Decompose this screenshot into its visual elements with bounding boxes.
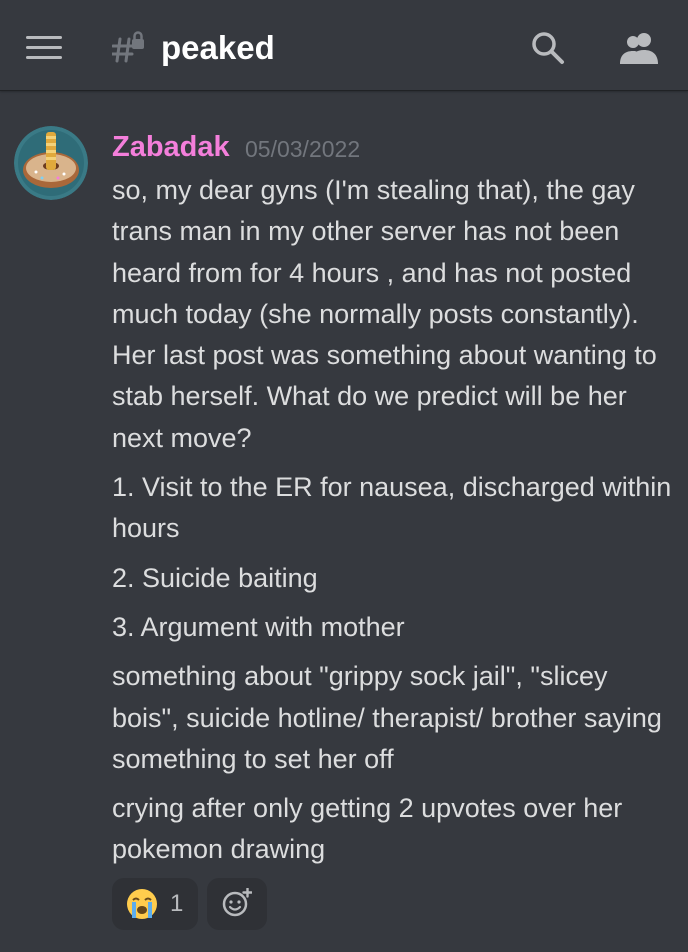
search-icon[interactable]: [530, 30, 566, 66]
locked-text-channel-icon: [112, 31, 144, 63]
message-paragraph: 1. Visit to the ER for nausea, discharge…: [112, 472, 672, 544]
message-paragraph: 3. Argument with mother: [112, 611, 405, 642]
user-avatar[interactable]: [14, 126, 88, 200]
message-paragraph: 2. Suicide baiting: [112, 562, 318, 593]
message-paragraph: something about "grippy sock jail", "sli…: [112, 661, 662, 774]
donut-avatar-icon: [14, 126, 88, 200]
members-icon[interactable]: [618, 30, 660, 66]
reaction-count: 1: [170, 890, 184, 917]
message-content: so, my dear gyns (I'm stealing that), th…: [112, 170, 672, 871]
loudly-crying-face-icon: [127, 889, 157, 919]
reaction-button[interactable]: 1: [112, 878, 198, 930]
message-paragraph: crying after only getting 2 upvotes over…: [112, 793, 623, 865]
channel-header: peaked: [0, 0, 688, 91]
hamburger-menu-icon[interactable]: [26, 34, 62, 60]
add-reaction-icon: [222, 888, 252, 917]
message-author[interactable]: Zabadak: [112, 130, 230, 164]
channel-name: peaked: [161, 29, 275, 66]
message-timestamp: 05/03/2022: [245, 136, 361, 162]
add-reaction-button[interactable]: [207, 878, 267, 930]
message-paragraph: so, my dear gyns (I'm stealing that), th…: [112, 175, 657, 453]
